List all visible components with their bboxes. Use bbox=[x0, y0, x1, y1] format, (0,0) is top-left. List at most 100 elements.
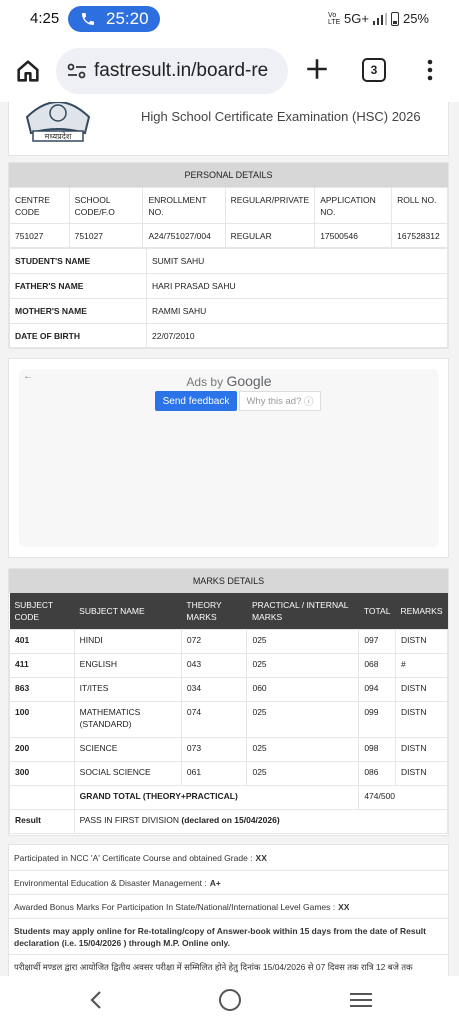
env-grade: A+ bbox=[209, 877, 221, 888]
col-enrollment-no: ENROLLMENT NO. bbox=[142, 187, 226, 224]
ads-brand: Google bbox=[226, 373, 272, 389]
result-row: Result PASS IN FIRST DIVISION (declared … bbox=[9, 808, 449, 834]
status-time: 4:25 bbox=[30, 10, 60, 27]
subject-code: 411 bbox=[9, 652, 75, 678]
total-marks: 097 bbox=[358, 628, 396, 654]
ncc-note: Participated in NCC 'A' Certificate Cour… bbox=[9, 845, 448, 871]
remarks: DISTN bbox=[394, 700, 449, 738]
ad-frame: ← Ads by Google Send feedback Why this a… bbox=[19, 369, 439, 547]
ncc-text: Participated in NCC 'A' Certificate Cour… bbox=[14, 852, 253, 863]
mother-name-value: RAMMI SAHU bbox=[146, 298, 448, 324]
home-icon[interactable] bbox=[14, 57, 42, 85]
network-type: 5G+ bbox=[344, 11, 369, 26]
col-theory-marks: THEORY MARKS bbox=[181, 593, 247, 629]
remarks: DISTN bbox=[394, 736, 449, 762]
recents-icon[interactable] bbox=[350, 992, 372, 1008]
info-icon: ⓘ bbox=[304, 397, 314, 408]
grand-total-row: GRAND TOTAL (THEORY+PRACTICAL) 474/500 bbox=[9, 784, 448, 810]
table-row: FATHER'S NAME HARI PRASAD SAHU bbox=[9, 273, 448, 299]
practical-marks: 025 bbox=[246, 700, 360, 738]
total-marks: 086 bbox=[358, 760, 396, 786]
remarks: DISTN bbox=[394, 628, 449, 654]
bonus-value: XX bbox=[338, 901, 350, 912]
table-row: DATE OF BIRTH 22/07/2010 bbox=[9, 323, 448, 349]
table-row: 411 ENGLISH 043 025 068 # bbox=[9, 652, 449, 678]
practical-marks: 025 bbox=[246, 652, 360, 678]
practical-marks: 025 bbox=[246, 760, 360, 786]
hindi-note: परीक्षार्थी मण्डल द्वारा आयोजित द्वितीय … bbox=[9, 955, 448, 976]
ads-by-label: Ads by bbox=[186, 375, 224, 389]
col-roll-no: ROLL NO. bbox=[391, 187, 448, 224]
url-text: fastresult.in/board-re bbox=[94, 60, 269, 81]
col-subject-name: SUBJECT NAME bbox=[74, 593, 182, 629]
total-marks: 098 bbox=[358, 736, 396, 762]
table-row: STUDENT'S NAME SUMIT SAHU bbox=[9, 248, 448, 274]
battery-percent: 25% bbox=[402, 11, 429, 26]
subject-code: 401 bbox=[9, 628, 75, 654]
result-header: मध्यप्रदेश High School Certificate Exami… bbox=[8, 102, 449, 156]
col-subject-code: SUBJECT CODE bbox=[9, 593, 75, 629]
back-icon[interactable] bbox=[88, 990, 104, 1010]
table-row: 100 MATHEMATICS (STANDARD) 074 025 099 D… bbox=[9, 700, 449, 738]
school-code-value: 751027 bbox=[68, 223, 144, 248]
personal-details-section: PERSONAL DETAILS CENTRE CODE SCHOOL CODE… bbox=[8, 162, 449, 349]
practical-marks: 025 bbox=[246, 736, 360, 762]
subject-name: MATHEMATICS (STANDARD) bbox=[73, 700, 182, 738]
practical-marks: 060 bbox=[246, 676, 360, 702]
table-row: 401 HINDI 072 025 097 DISTN bbox=[9, 628, 449, 654]
ncc-grade: XX bbox=[255, 852, 267, 863]
status-indicators: Vo LTE 5G+ 25% bbox=[328, 11, 429, 26]
tab-switcher-button[interactable]: 3 bbox=[362, 58, 386, 82]
total-marks: 068 bbox=[358, 652, 396, 678]
send-feedback-button[interactable]: Send feedback bbox=[155, 391, 237, 411]
call-duration: 25:20 bbox=[106, 9, 149, 28]
personal-details-table: CENTRE CODE SCHOOL CODE/F.O ENROLLMENT N… bbox=[9, 187, 448, 248]
personal-details-title: PERSONAL DETAILS bbox=[9, 163, 448, 187]
table-row: 200 SCIENCE 073 025 098 DISTN bbox=[9, 736, 449, 762]
subject-code: 100 bbox=[9, 700, 75, 738]
board-logo: मध्यप्रदेश bbox=[25, 102, 91, 142]
why-this-ad-button[interactable]: Why this ad? ⓘ bbox=[239, 391, 321, 411]
col-remarks: REMARKS bbox=[395, 593, 448, 629]
subject-name: ENGLISH bbox=[73, 652, 182, 678]
phone-icon bbox=[82, 13, 94, 25]
father-name-value: HARI PRASAD SAHU bbox=[146, 273, 448, 299]
theory-marks: 073 bbox=[180, 736, 248, 762]
col-practical-marks: PRACTICAL / INTERNAL MARKS bbox=[246, 593, 359, 629]
subject-name: SCIENCE bbox=[73, 736, 182, 762]
result-status: PASS IN FIRST DIVISION bbox=[79, 814, 179, 825]
centre-code-value: 751027 bbox=[9, 223, 70, 248]
col-total: TOTAL bbox=[358, 593, 396, 629]
table-row: 863 IT/ITES 034 060 094 DISTN bbox=[9, 676, 449, 702]
subject-name: SOCIAL SCIENCE bbox=[73, 760, 182, 786]
total-marks: 094 bbox=[358, 676, 396, 702]
subject-code: 200 bbox=[9, 736, 75, 762]
grand-total-value: 474/500 bbox=[358, 784, 448, 810]
more-options-icon[interactable] bbox=[420, 58, 440, 82]
browser-toolbar: fastresult.in/board-re 3 bbox=[0, 38, 459, 102]
marks-details-section: MARKS DETAILS SUBJECT CODE SUBJECT NAME … bbox=[8, 568, 449, 836]
col-application-no: APPLICATION NO. bbox=[314, 187, 393, 224]
subject-code: 863 bbox=[9, 676, 75, 702]
logo-text: मध्यप्रदेश bbox=[45, 131, 72, 141]
site-settings-icon[interactable] bbox=[66, 61, 88, 81]
new-tab-icon[interactable] bbox=[304, 56, 330, 82]
result-declared: (declared on 15/04/2026) bbox=[181, 814, 280, 825]
student-name-label: STUDENT'S NAME bbox=[9, 248, 147, 274]
grand-total-label: GRAND TOTAL (THEORY+PRACTICAL) bbox=[73, 784, 360, 810]
practical-marks: 025 bbox=[246, 628, 360, 654]
result-value: PASS IN FIRST DIVISION (declared on 15/0… bbox=[73, 808, 449, 834]
status-bar: 4:25 25:20 Vo LTE 5G+ 25% bbox=[0, 0, 459, 38]
regular-private-value: REGULAR bbox=[224, 223, 316, 248]
remarks: DISTN bbox=[394, 676, 449, 702]
father-name-label: FATHER'S NAME bbox=[9, 273, 147, 299]
home-circle-icon[interactable] bbox=[219, 989, 241, 1011]
address-bar[interactable]: fastresult.in/board-re bbox=[56, 48, 288, 94]
marks-details-title: MARKS DETAILS bbox=[9, 569, 448, 593]
exam-title: High School Certificate Examination (HSC… bbox=[141, 109, 421, 124]
ongoing-call-pill[interactable]: 25:20 bbox=[68, 6, 160, 32]
table-row: 300 SOCIAL SCIENCE 061 025 086 DISTN bbox=[9, 760, 449, 786]
result-label: Result bbox=[9, 808, 75, 834]
why-this-ad-label: Why this ad? bbox=[246, 395, 302, 407]
bonus-text: Awarded Bonus Marks For Participation In… bbox=[14, 901, 336, 912]
